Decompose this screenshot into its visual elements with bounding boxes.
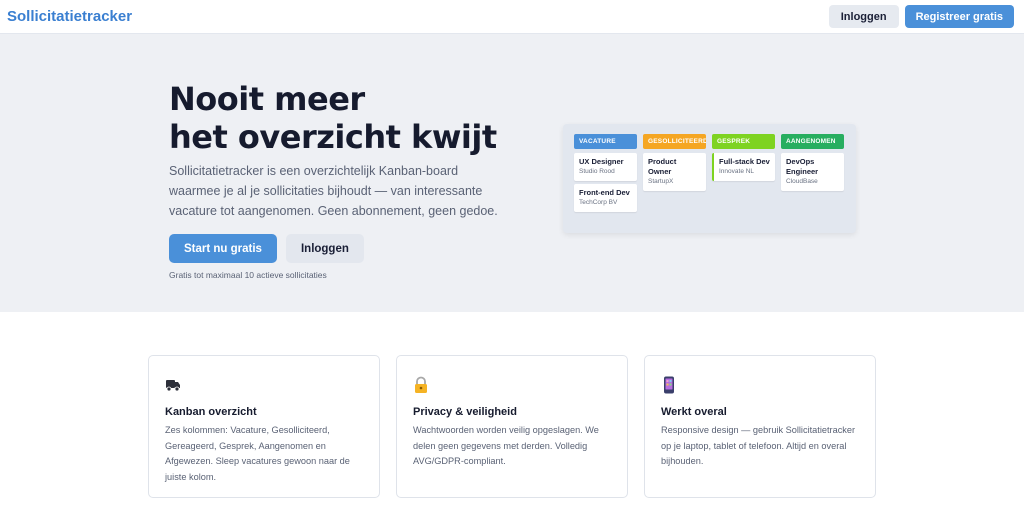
hero-buttons: Start nu gratis Inloggen: [169, 234, 364, 263]
feature-title: Privacy & veiligheid: [413, 406, 517, 418]
feature-card-kanban: Kanban overzicht Zes kolommen: Vacature,…: [148, 355, 380, 498]
login-button[interactable]: Inloggen: [828, 5, 899, 28]
phone-icon: [664, 376, 674, 394]
top-nav: Sollicitatietracker Inloggen Registreer …: [0, 0, 1024, 34]
kanban-card-title: Product Owner: [648, 157, 677, 176]
kanban-column-header: GESOLLICITEERD: [643, 134, 706, 149]
truck-icon: [166, 380, 180, 392]
brand-logo[interactable]: Sollicitatietracker: [7, 8, 132, 25]
lock-icon: [415, 376, 427, 393]
hero-title: Nooit meer het overzicht kwijt: [169, 80, 497, 156]
hero-login-button[interactable]: Inloggen: [285, 234, 364, 263]
kanban-card: UX Designer Studio Rood: [574, 153, 637, 181]
nav-actions: Inloggen Registreer gratis: [828, 5, 1014, 28]
feature-text: Zes kolommen: Vacature, Gesolliciteerd, …: [165, 425, 350, 482]
feature-text: Responsive design — gebruik Sollicitatie…: [661, 425, 856, 466]
kanban-card: Front-end Dev TechCorp BV: [574, 184, 637, 212]
kanban-column-header: AANGENOMEN: [781, 134, 844, 149]
kanban-card: Full-stack Dev Innovate NL: [712, 153, 775, 181]
kanban-card: Product Owner StartupX: [643, 153, 706, 191]
start-free-button[interactable]: Start nu gratis: [169, 234, 277, 263]
kanban-card: DevOps Engineer CloudBase: [781, 153, 844, 191]
kanban-card-title: Front-end Dev: [579, 188, 630, 197]
hero-section: Nooit meer het overzicht kwijt Sollicita…: [0, 34, 1024, 312]
hero-description: Sollicitatietracker is een overzichtelij…: [169, 164, 498, 218]
feature-title: Kanban overzicht: [165, 406, 257, 418]
kanban-card-company: TechCorp BV: [579, 199, 618, 206]
kanban-card-title: DevOps Engineer: [786, 157, 819, 176]
hero-title-line-2: het overzicht kwijt: [169, 118, 497, 156]
kanban-column-header: VACATURE: [574, 134, 637, 149]
kanban-card-company: CloudBase: [786, 178, 818, 185]
kanban-column-vacature: VACATURE UX Designer Studio Rood Front-e…: [574, 134, 637, 223]
features-section: Kanban overzicht Zes kolommen: Vacature,…: [0, 312, 1024, 508]
kanban-card-company: StartupX: [648, 178, 674, 185]
feature-title: Werkt overal: [661, 406, 727, 418]
kanban-column-gesprek: GESPREK Full-stack Dev Innovate NL: [712, 134, 775, 223]
kanban-column-header: GESPREK: [712, 134, 775, 149]
feature-card-privacy: Privacy & veiligheid Wachtwoorden worden…: [396, 355, 628, 498]
feature-text: Wachtwoorden worden veilig opgeslagen. W…: [413, 425, 599, 466]
kanban-card-title: Full-stack Dev: [719, 157, 770, 166]
kanban-card-company: Studio Rood: [579, 168, 615, 175]
kanban-card-title: UX Designer: [579, 157, 624, 166]
hero-title-line-1: Nooit meer: [169, 80, 365, 118]
kanban-preview: VACATURE UX Designer Studio Rood Front-e…: [563, 124, 856, 233]
hero-note: Gratis tot maximaal 10 actieve sollicita…: [169, 270, 327, 280]
kanban-card-company: Innovate NL: [719, 168, 755, 175]
kanban-column-gesolliciteerd: GESOLLICITEERD Product Owner StartupX: [643, 134, 706, 223]
kanban-column-aangenomen: AANGENOMEN DevOps Engineer CloudBase: [781, 134, 844, 223]
feature-card-responsive: Werkt overal Responsive design — gebruik…: [644, 355, 876, 498]
register-button[interactable]: Registreer gratis: [904, 5, 1014, 28]
